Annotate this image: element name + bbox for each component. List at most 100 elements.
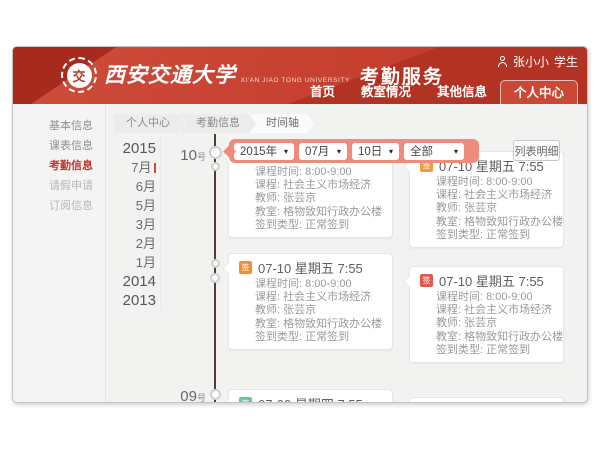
timeline-node (211, 259, 220, 268)
month-nav-march[interactable]: 3月 (56, 215, 156, 234)
field-value: 张芸京 (464, 202, 497, 214)
card-field: 课程时间: 8:00-9:00 (436, 291, 553, 304)
field-label: 教师: (436, 202, 461, 214)
type-select[interactable]: 全部▾ (404, 143, 464, 160)
field-label: 教室: (436, 331, 461, 343)
field-value: 张芸京 (464, 317, 497, 329)
field-value: 社会主义市场经济 (464, 189, 552, 201)
breadcrumb: 个人中心 考勤信息 时间轴 (114, 114, 314, 133)
field-value: 正常签到 (486, 229, 530, 241)
field-value: 张芸京 (283, 192, 316, 204)
card-field: 教师: 张芸京 (255, 304, 382, 317)
field-label: 教师: (436, 317, 461, 329)
card-field: 课程时间: 8:00-9:00 (255, 166, 382, 179)
card-field: 教室: 格物致知行政办公楼 (436, 216, 553, 229)
user-role: 学生 (554, 53, 578, 70)
card-fields: 课程时间: 8:00-9:00 课程: 社会主义市场经济 教师: 张芸京 教室:… (239, 278, 382, 344)
breadcrumb-timeline[interactable]: 时间轴 (250, 114, 314, 133)
card-field: 教室: 格物致知行政办公楼 (255, 206, 382, 219)
day-select[interactable]: 10日▾ (352, 143, 399, 160)
card-title: 07-10 星期五 7:55 (258, 258, 363, 277)
timeline-card: 签 07-09 星期四 7:55 (228, 389, 393, 403)
field-label: 教师: (255, 304, 280, 316)
day-label-10: 10号 (146, 147, 206, 165)
month-nav-2013[interactable]: 2013 (56, 291, 156, 310)
field-value: 正常签到 (486, 344, 530, 356)
card-field: 教师: 张芸京 (255, 192, 382, 205)
field-label: 课程时间: (255, 166, 302, 178)
nav-item-other-info[interactable]: 其他信息 (431, 80, 493, 104)
card-title: 07-10 星期五 7:55 (439, 271, 544, 290)
timeline-node (210, 389, 221, 400)
month-select[interactable]: 07月▾ (299, 143, 347, 160)
timeline-node (209, 146, 222, 159)
field-label: 签到类型: (255, 331, 302, 343)
timeline-node (211, 162, 220, 171)
card-fields: 课程时间: 8:00-9:00 课程: 社会主义市场经济 教师: 张芸京 教室:… (239, 166, 382, 232)
year-select[interactable]: 2015年▾ (234, 143, 294, 160)
card-field: 签到类型: 正常签到 (255, 331, 382, 344)
nav-item-personal-center[interactable]: 个人中心 (500, 80, 578, 104)
field-label: 签到类型: (255, 219, 302, 231)
card-header: 签 07-10 星期五 7:55 (239, 260, 382, 275)
field-value: 格物致知行政办公楼 (464, 331, 563, 343)
nav-item-classrooms[interactable]: 教室情况 (355, 80, 417, 104)
chevron-down-icon: ▾ (389, 147, 393, 156)
month-nav-2014[interactable]: 2014 (56, 272, 156, 291)
month-nav-2015[interactable]: 2015 (56, 139, 156, 158)
field-label: 教室: (436, 216, 461, 228)
card-field: 课程时间: 8:00-9:00 (436, 176, 553, 189)
nav-item-home[interactable]: 首页 (304, 80, 341, 104)
field-value: 格物致知行政办公楼 (283, 206, 382, 218)
app-header: 交 西安交通大学 XI'AN JIAO TONG UNIVERSITY 考勤服务… (13, 47, 588, 104)
field-value: 8:00-9:00 (486, 176, 532, 188)
chevron-down-icon: ▾ (284, 147, 288, 156)
field-label: 课程: (436, 189, 461, 201)
field-label: 签到类型: (436, 344, 483, 356)
chevron-down-icon: ▾ (337, 147, 341, 156)
field-label: 教室: (255, 318, 280, 330)
breadcrumb-attendance-info[interactable]: 考勤信息 (180, 114, 255, 133)
date-filter-bar: 2015年▾ 07月▾ 10日▾ 全部▾ (229, 139, 479, 163)
card-header: 签 07-09 星期四 7:55 (239, 396, 382, 403)
month-nav-june[interactable]: 6月 (56, 177, 156, 196)
timeline-card (409, 397, 564, 403)
month-nav-may[interactable]: 5月 (56, 196, 156, 215)
checkin-badge-icon: 签 (239, 261, 252, 274)
card-field: 教师: 张芸京 (436, 202, 553, 215)
breadcrumb-personal-center[interactable]: 个人中心 (114, 114, 185, 133)
field-value: 社会主义市场经济 (283, 291, 371, 303)
day-label-09: 09号 (146, 388, 206, 403)
card-field: 教室: 格物致知行政办公楼 (436, 331, 553, 344)
card-field: 签到类型: 正常签到 (436, 229, 553, 242)
field-label: 教室: (255, 206, 280, 218)
sidebar-item-basic-info[interactable]: 基本信息 (13, 116, 105, 136)
field-value: 正常签到 (305, 331, 349, 343)
timeline-node (210, 273, 220, 283)
card-field: 签到类型: 正常签到 (436, 344, 553, 357)
field-label: 课程: (255, 291, 280, 303)
card-fields: 课程时间: 8:00-9:00 课程: 社会主义市场经济 教师: 张芸京 教室:… (420, 291, 553, 357)
field-value: 正常签到 (305, 219, 349, 231)
field-label: 课程: (255, 179, 280, 191)
field-value: 8:00-9:00 (305, 278, 351, 290)
card-header: 签 07-10 星期五 7:55 (420, 273, 553, 288)
list-detail-button[interactable]: 列表明细 (513, 140, 560, 161)
card-field: 课程: 社会主义市场经济 (436, 189, 553, 202)
card-fields: 课程时间: 8:00-9:00 课程: 社会主义市场经济 教师: 张芸京 教室:… (420, 176, 553, 242)
field-value: 8:00-9:00 (305, 166, 351, 178)
checkin-badge-icon: 签 (239, 397, 252, 403)
month-nav-february[interactable]: 2月 (56, 234, 156, 253)
card-field: 课程: 社会主义市场经济 (436, 304, 553, 317)
card-field: 课程: 社会主义市场经济 (255, 291, 382, 304)
month-nav-january[interactable]: 1月 (56, 253, 156, 272)
field-value: 张芸京 (283, 304, 316, 316)
chevron-down-icon: ▾ (454, 147, 458, 156)
field-value: 社会主义市场经济 (464, 304, 552, 316)
page: 交 西安交通大学 XI'AN JIAO TONG UNIVERSITY 考勤服务… (0, 0, 600, 450)
checkin-badge-icon: 签 (420, 274, 433, 287)
user-icon (497, 56, 508, 67)
month-nav-july[interactable]: 7月 (56, 158, 156, 177)
timeline-card: 签 07-10 星期五 7:55 课程时间: 8:00-9:00 课程: 社会主… (409, 266, 564, 363)
user-info[interactable]: 张小小 学生 (497, 53, 578, 70)
